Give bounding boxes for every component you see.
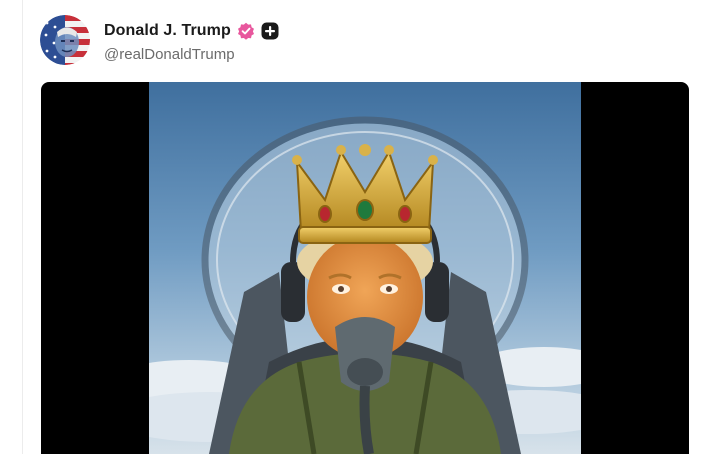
author-info: Donald J. Trump @realDonaldTrump	[104, 18, 279, 63]
author-avatar[interactable]	[40, 15, 90, 65]
author-display-name[interactable]: Donald J. Trump	[104, 22, 231, 40]
author-name-row: Donald J. Trump	[104, 18, 279, 44]
feed-divider	[22, 0, 23, 454]
post-header: Donald J. Trump @realDonaldTrump	[40, 12, 279, 68]
post-video[interactable]	[41, 82, 689, 454]
plus-badge-icon	[261, 22, 279, 40]
author-handle[interactable]: @realDonaldTrump	[104, 46, 279, 63]
verified-badge-icon	[237, 22, 255, 40]
video-frame	[149, 82, 581, 454]
